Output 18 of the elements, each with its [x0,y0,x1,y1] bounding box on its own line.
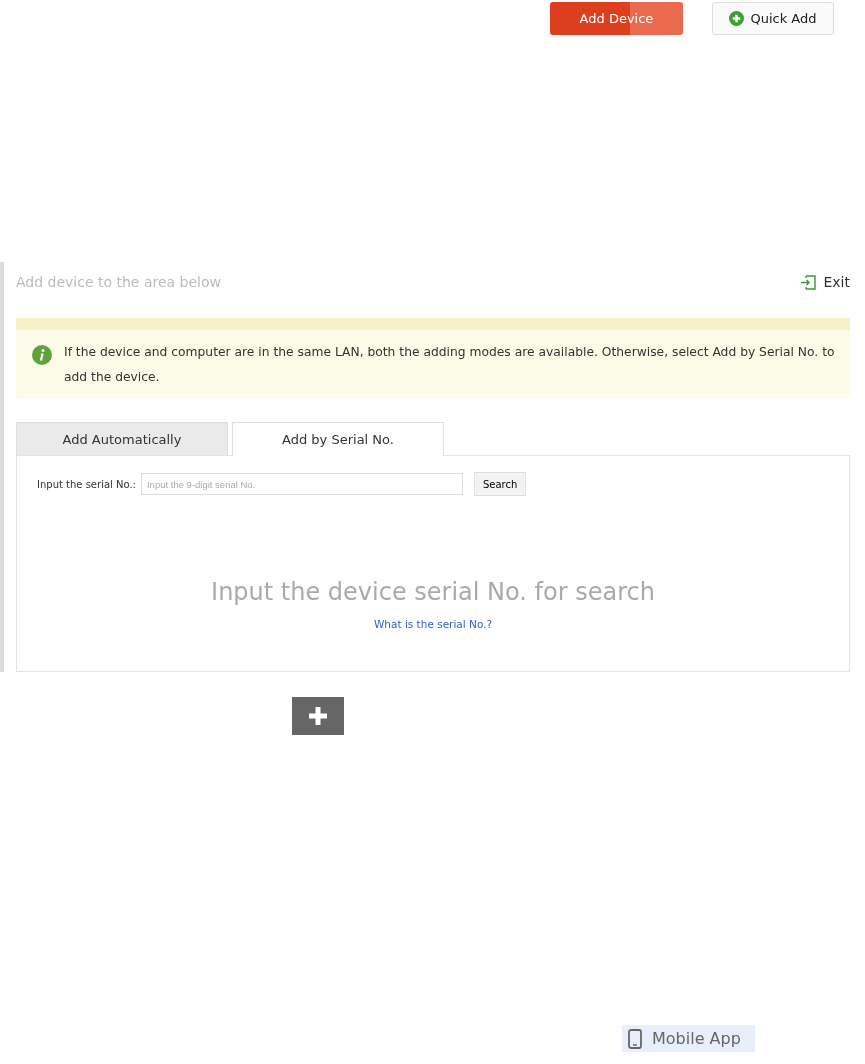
info-text: If the device and computer are in the same LAN, both the adding modes are available. Otherwise, select Add by Serial No. to add the device. [64,344,836,386]
plus-icon[interactable] [292,697,344,735]
tab[interactable]: Add Automatically [16,422,228,455]
quick-add-button[interactable]: Quick Add [712,2,834,35]
mobile-app-tab[interactable]: Mobile App [622,1025,755,1052]
exit-button[interactable]: Exit [800,274,850,290]
panel-title: Add device to the area below [16,274,221,290]
exit-icon [800,274,817,290]
add-device-button[interactable]: Add Device [550,2,683,35]
info-icon [32,345,52,365]
search-button[interactable]: Search [474,472,527,496]
tab[interactable]: Add by Serial No. [232,422,444,456]
phone-icon [628,1028,642,1049]
empty-state-text: Input the device serial No. for search [211,578,655,606]
serial-label: Input the serial No.: [37,478,136,490]
plus-circle-icon [729,11,745,26]
help-link[interactable]: What is the serial No.? [373,618,493,630]
serial-input-field[interactable]: Input the 9-digit serial No. [141,473,463,495]
